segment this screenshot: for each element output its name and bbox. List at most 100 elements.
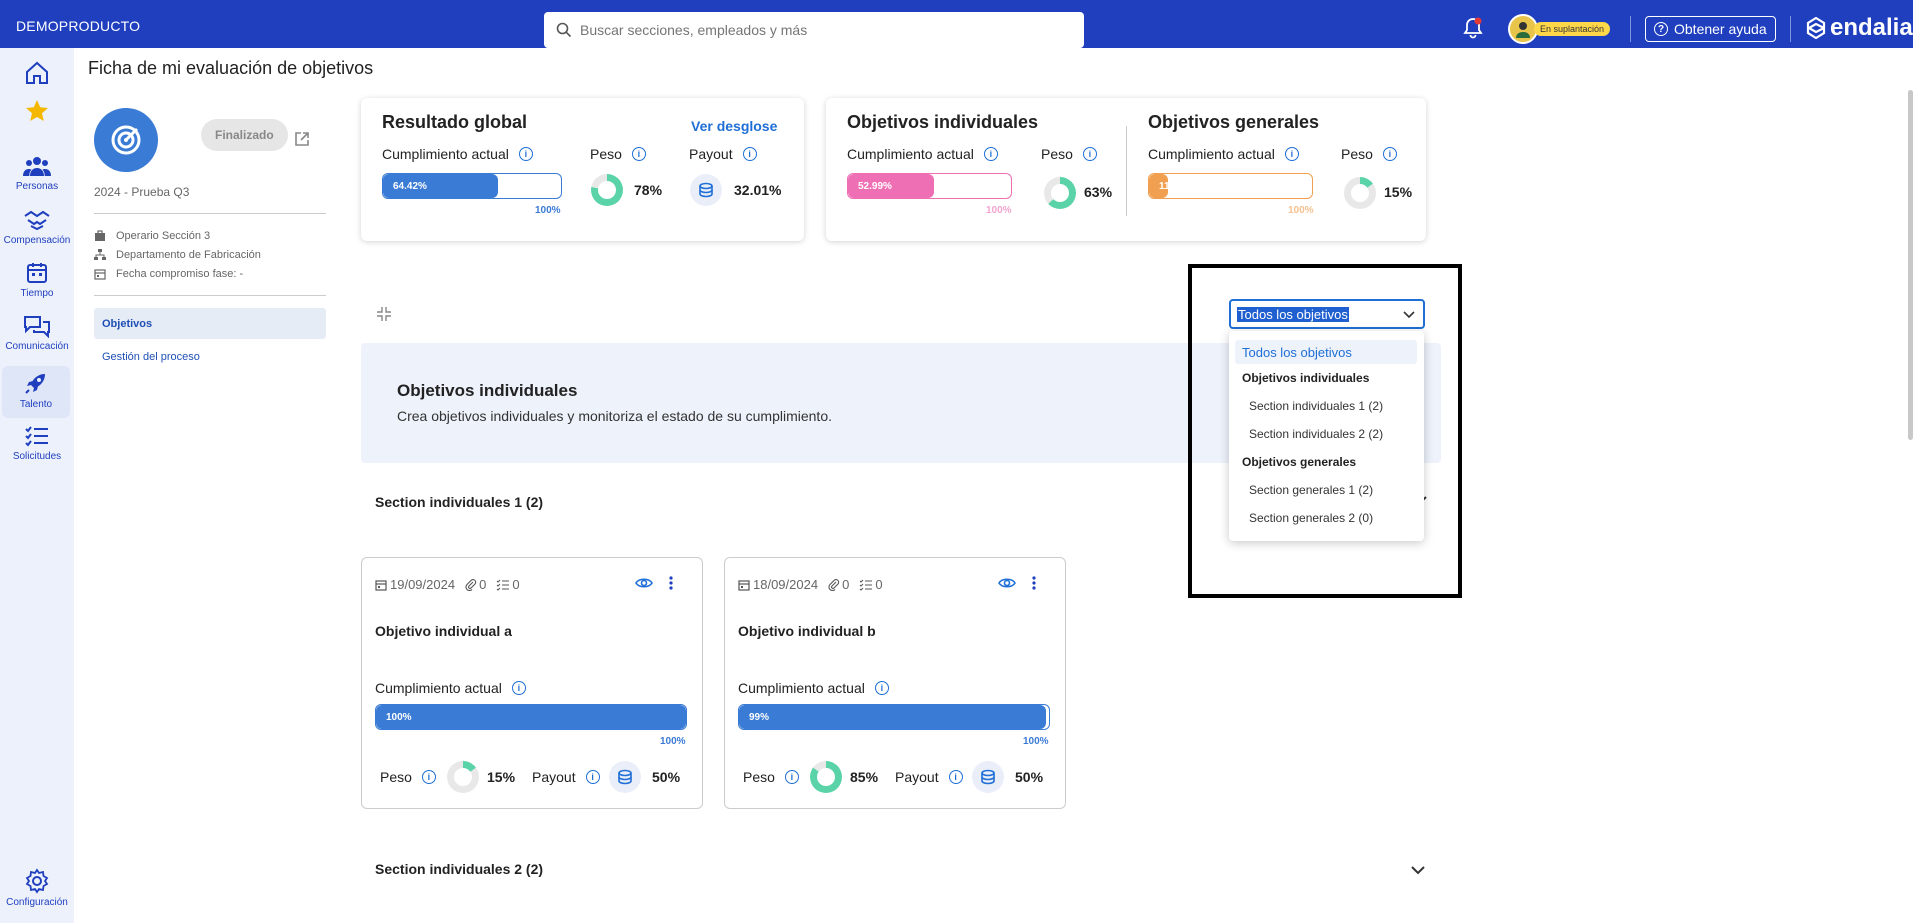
payout-label: Payout i	[532, 769, 600, 785]
chat-icon	[24, 316, 50, 338]
notifications-bell-icon[interactable]	[1462, 16, 1484, 45]
current-compliance-label: Cumplimiento actual i	[738, 680, 889, 696]
info-icon[interactable]: i	[421, 770, 436, 784]
more-options-icon[interactable]	[1031, 575, 1037, 596]
sidebar-item-configuracion[interactable]: Configuración	[0, 868, 74, 908]
weight-label: Peso i	[380, 769, 436, 785]
label-text: Cumplimiento actual	[738, 680, 865, 696]
option-section-generales-1[interactable]: Section generales 1 (2)	[1249, 483, 1444, 497]
tasks-meta: 0	[859, 577, 883, 592]
info-icon[interactable]: i	[631, 147, 646, 161]
label-text: Cumplimiento actual	[847, 146, 974, 162]
weight-donut	[1044, 177, 1076, 209]
objectives-filter-select[interactable]: Todos los objetivos	[1229, 299, 1425, 329]
sidebar-item-compensacion[interactable]: Compensación	[0, 208, 74, 246]
label-text: Payout	[532, 769, 576, 785]
more-options-icon[interactable]	[668, 575, 674, 596]
briefcase-icon	[95, 230, 105, 241]
search-input[interactable]	[580, 22, 1060, 38]
org-chart-icon	[94, 249, 106, 260]
label-text: Payout	[689, 146, 733, 162]
target-label: 100%	[660, 736, 686, 747]
divider	[94, 295, 326, 296]
label-text: Cumplimiento actual	[382, 146, 509, 162]
weight-label: Peso i	[1341, 146, 1397, 162]
option-section-individuales-1[interactable]: Section individuales 1 (2)	[1249, 399, 1444, 413]
department-text: Departamento de Fabricación	[116, 249, 261, 261]
objective-date: 18/09/2024	[753, 577, 819, 592]
weight-donut	[1344, 177, 1376, 209]
external-link-icon[interactable]	[294, 131, 310, 152]
sidebar-item-home[interactable]	[0, 60, 74, 89]
left-nav-objetivos[interactable]: Objetivos	[94, 308, 326, 339]
current-compliance-label: Cumplimiento actual i	[382, 146, 533, 162]
info-icon[interactable]: i	[784, 770, 799, 784]
objective-card[interactable]: 19/09/2024 0 0 Objetivo individual a Cum…	[361, 557, 703, 809]
section-header-individuales-2[interactable]: Section individuales 2 (2)	[375, 861, 543, 877]
weight-label: Peso i	[1041, 146, 1097, 162]
view-eye-icon[interactable]	[635, 575, 653, 596]
section-header-individuales-1[interactable]: Section individuales 1 (2)	[375, 494, 543, 510]
progress-fill: 52.99%	[848, 174, 935, 198]
target-label: 100%	[535, 205, 561, 216]
filter-options-menu: Todos los objetivos Objetivos individual…	[1229, 331, 1424, 541]
weight-value: 85%	[850, 769, 879, 785]
info-icon[interactable]: i	[518, 147, 533, 161]
info-icon[interactable]: i	[585, 770, 600, 784]
sidebar-item-talento[interactable]: Talento	[2, 366, 70, 418]
help-button[interactable]: ? Obtener ayuda	[1645, 16, 1776, 42]
info-icon[interactable]: i	[983, 147, 998, 161]
people-icon	[23, 157, 51, 176]
info-icon[interactable]: i	[511, 681, 526, 695]
scrollbar-thumb[interactable]	[1908, 90, 1913, 440]
sidebar-item-favorites[interactable]	[0, 98, 74, 127]
search-box[interactable]	[544, 12, 1084, 48]
payout-label: Payout i	[895, 769, 963, 785]
chevron-down-icon[interactable]	[1410, 862, 1426, 883]
info-icon[interactable]: i	[1382, 147, 1397, 161]
progress-fill: 64.42%	[383, 174, 498, 198]
option-section-individuales-2[interactable]: Section individuales 2 (2)	[1249, 427, 1444, 441]
objective-name: Objetivo individual b	[738, 623, 876, 639]
info-icon[interactable]: i	[874, 681, 889, 695]
objective-meta: 19/09/2024 0 0	[375, 577, 520, 592]
sidebar-item-comunicacion[interactable]: Comunicación	[0, 314, 74, 352]
banner-title: Objetivos individuales	[397, 381, 578, 400]
sidebar-item-tiempo[interactable]: Tiempo	[0, 261, 74, 299]
view-eye-icon[interactable]	[998, 575, 1016, 596]
option-todos[interactable]: Todos los objetivos	[1235, 340, 1417, 364]
collapse-all-icon[interactable]	[376, 306, 392, 327]
rocket-icon	[25, 374, 45, 394]
sidebar-item-label: Compensación	[3, 235, 71, 246]
info-icon[interactable]: i	[742, 147, 757, 161]
sidebar-item-solicitudes[interactable]: Solicitudes	[0, 424, 74, 462]
calendar-icon	[27, 263, 47, 283]
sidebar-item-personas[interactable]: Personas	[0, 154, 74, 192]
view-breakdown-link[interactable]: Ver desglose	[691, 118, 777, 134]
label-text: Peso	[1041, 146, 1073, 162]
card-title: Resultado global	[382, 112, 528, 132]
individual-progress-bar: 52.99%	[847, 173, 1012, 199]
objectives-avatar	[94, 108, 158, 172]
endalia-logo[interactable]: endalia	[1806, 14, 1913, 42]
info-icon[interactable]: i	[1284, 147, 1299, 161]
info-icon[interactable]: i	[948, 770, 963, 784]
divider	[1126, 126, 1127, 216]
impersonation-user[interactable]: En suplantación	[1508, 14, 1611, 44]
label-text: Peso	[743, 769, 775, 785]
left-nav-gestion[interactable]: Gestión del proceso	[94, 341, 326, 372]
company-name[interactable]: DEMOPRODUCTO	[16, 18, 140, 34]
info-icon[interactable]: i	[1082, 147, 1097, 161]
home-icon	[26, 61, 48, 84]
tasks-count: 0	[512, 577, 520, 592]
objective-date: 19/09/2024	[390, 577, 456, 592]
target-icon	[111, 125, 141, 155]
payout-value: 50%	[1015, 769, 1044, 785]
attachments-count: 0	[479, 577, 487, 592]
objective-card[interactable]: 18/09/2024 0 0 Objetivo individual b Cum…	[724, 557, 1066, 809]
general-progress-bar: 11.43%	[1148, 173, 1313, 199]
current-compliance-label: Cumplimiento actual i	[847, 146, 998, 162]
weight-donut	[591, 174, 623, 206]
current-compliance-label: Cumplimiento actual i	[1148, 146, 1299, 162]
option-section-generales-2[interactable]: Section generales 2 (0)	[1249, 511, 1444, 525]
